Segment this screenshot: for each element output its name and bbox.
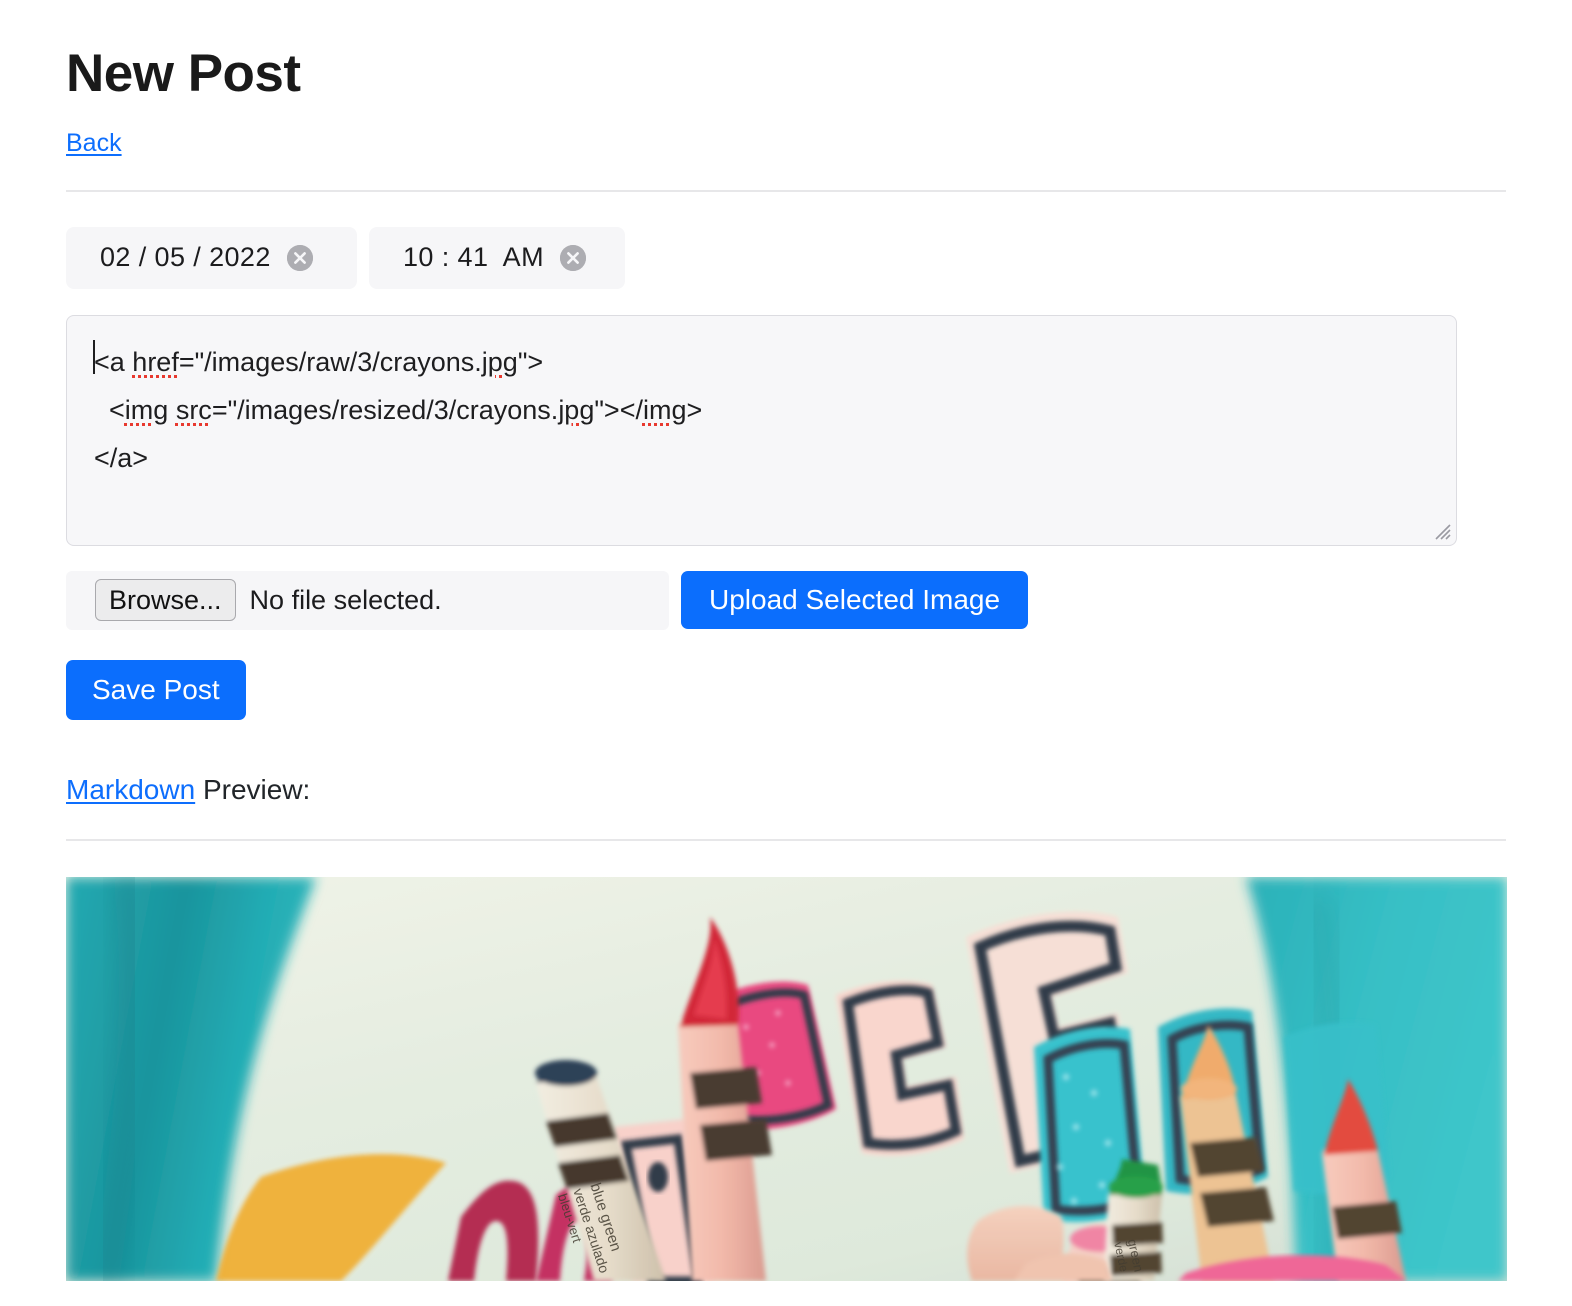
editor-token-misspelled: src — [175, 394, 212, 425]
editor-line-3: </a> — [94, 442, 149, 473]
crayons-photo-image: blue green verde azulado bleu-vert green… — [66, 876, 1507, 1281]
editor-token: <a — [94, 346, 133, 377]
editor-token: "></ — [594, 394, 643, 425]
preview-divider — [66, 838, 1506, 841]
back-link[interactable]: Back — [66, 129, 122, 157]
resize-grip-icon[interactable] — [1429, 518, 1451, 540]
date-value: 02 / 05 / 2022 — [100, 242, 271, 273]
markdown-link[interactable]: Markdown — [66, 774, 195, 805]
time-clear-icon[interactable] — [559, 244, 586, 271]
page-title: New Post — [66, 44, 301, 103]
editor-token — [168, 395, 176, 425]
post-body-textarea[interactable]: <a href="/images/raw/3/crayons.jpg"> <im… — [66, 314, 1457, 546]
editor-token: ="/images/raw/3/crayons. — [178, 346, 482, 377]
save-post-button[interactable]: Save Post — [66, 659, 246, 720]
time-input[interactable]: 10 : 41 AM — [369, 226, 625, 289]
back-link-row: Back — [66, 129, 1506, 158]
editor-line-2: <img src="/images/resized/3/crayons.jpg"… — [94, 395, 702, 425]
editor-token-misspelled: jpg — [481, 346, 518, 377]
editor-token-misspelled: img — [642, 394, 687, 425]
editor-line-1: <a href="/images/raw/3/crayons.jpg"> — [94, 347, 543, 377]
datetime-row: 02 / 05 / 2022 10 : 41 AM — [66, 226, 1506, 289]
image-file-input[interactable]: Browse... No file selected. — [66, 570, 669, 630]
editor-token-misspelled: jpg — [558, 394, 595, 425]
time-value: 10 : 41 AM — [403, 242, 544, 273]
file-upload-row: Browse... No file selected. Upload Selec… — [66, 570, 1506, 630]
date-clear-icon[interactable] — [286, 244, 313, 271]
page-content: New Post Back 02 / 05 / 2022 10 : 41 AM — [0, 0, 1572, 1281]
editor-token: < — [94, 394, 125, 425]
save-row: Save Post — [66, 659, 1506, 720]
markdown-preview-caption: Markdown Preview: — [66, 774, 1506, 806]
top-divider — [66, 189, 1506, 192]
editor-token-misspelled: href — [132, 346, 179, 377]
new-post-page: New Post Back 02 / 05 / 2022 10 : 41 AM — [0, 0, 1572, 1306]
editor-token: > — [686, 394, 703, 425]
browse-button[interactable]: Browse... — [95, 579, 236, 622]
crayons-photo: blue green verde azulado bleu-vert green… — [66, 876, 1507, 1281]
post-body-text: <a href="/images/raw/3/crayons.jpg"> <im… — [67, 316, 1456, 482]
date-input[interactable]: 02 / 05 / 2022 — [66, 226, 357, 289]
editor-token: ="/images/resized/3/crayons. — [211, 394, 559, 425]
editor-token: "> — [517, 346, 544, 377]
file-status-text: No file selected. — [249, 584, 442, 615]
upload-selected-image-button[interactable]: Upload Selected Image — [681, 571, 1029, 630]
editor-token-misspelled: img — [124, 394, 169, 425]
preview-caption-suffix: Preview: — [195, 773, 311, 805]
